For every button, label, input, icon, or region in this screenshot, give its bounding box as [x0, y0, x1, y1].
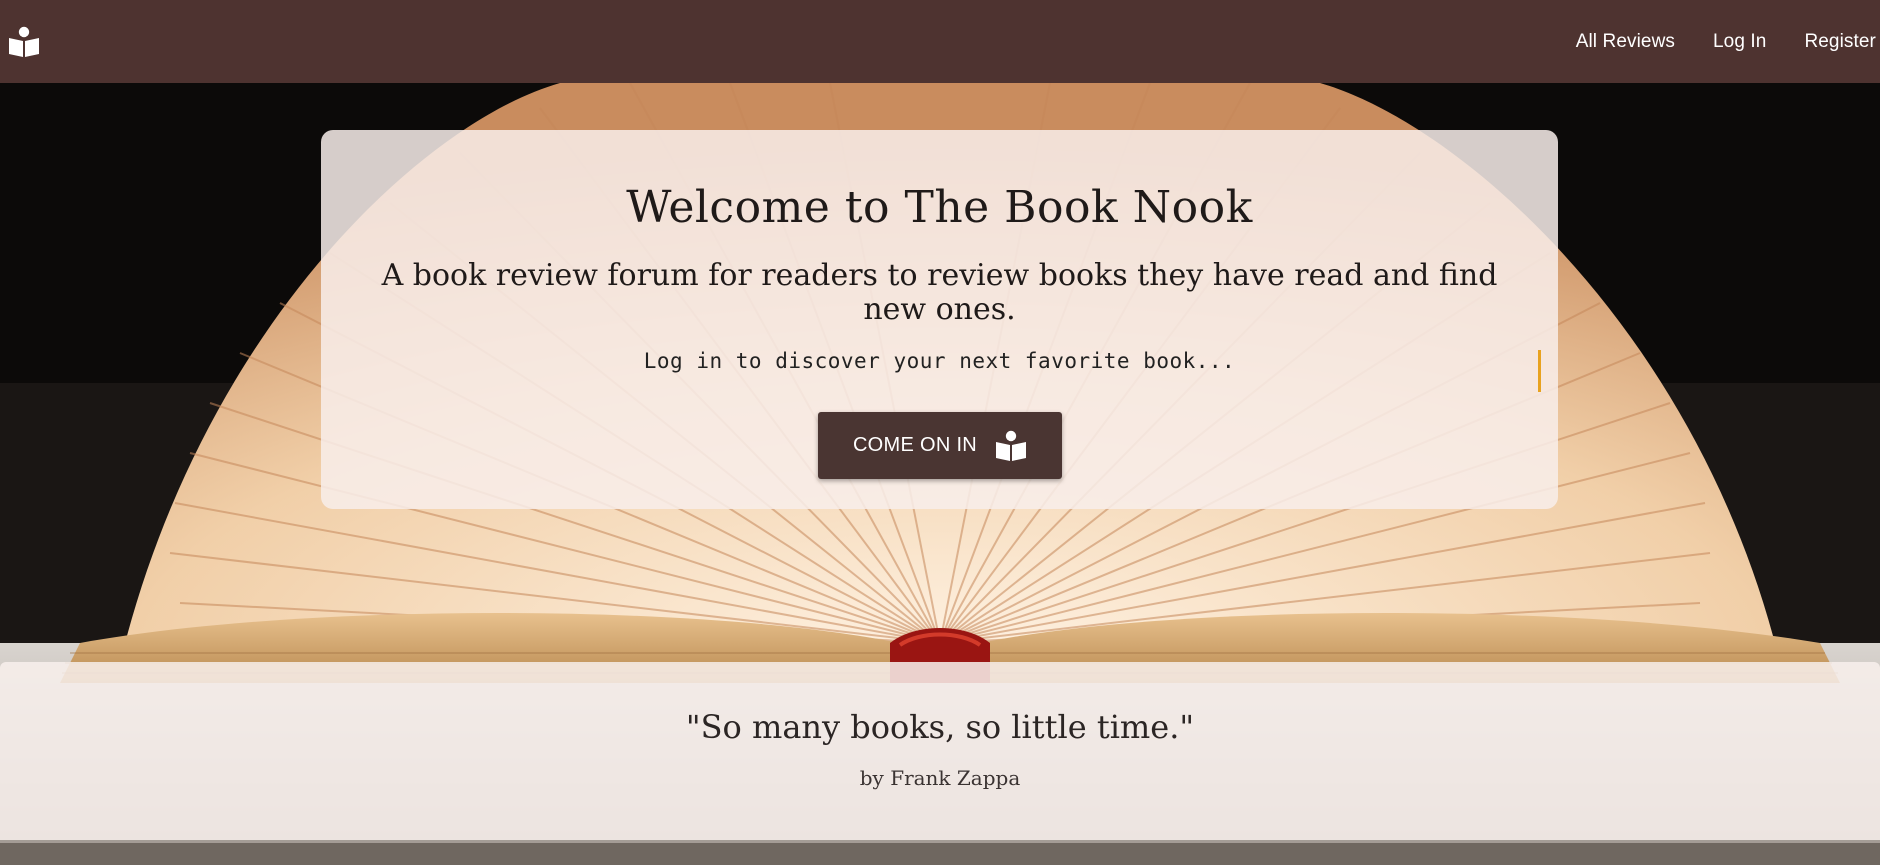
typing-cursor — [1538, 350, 1541, 392]
brand-logo[interactable] — [8, 26, 40, 58]
quote-section: "So many books, so little time." by Fran… — [0, 662, 1880, 840]
come-on-in-label: COME ON IN — [852, 434, 978, 456]
quote-text: "So many books, so little time." — [685, 708, 1195, 746]
book-reader-icon — [9, 26, 39, 57]
nav-links: All Reviews Log In Register — [1538, 31, 1876, 53]
nav-link-all-reviews[interactable]: All Reviews — [1576, 31, 1675, 53]
come-on-in-button[interactable]: COME ON IN — [818, 412, 1062, 479]
nav-link-log-in[interactable]: Log In — [1713, 31, 1766, 53]
book-reader-icon — [996, 430, 1027, 461]
quote-author: by Frank Zappa — [859, 766, 1021, 790]
welcome-card: Welcome to The Book Nook A book review f… — [321, 130, 1558, 509]
typing-text: Log in to discover your next favorite bo… — [643, 349, 1236, 373]
nav-link-register[interactable]: Register — [1804, 31, 1876, 53]
welcome-subtitle: A book review forum for readers to revie… — [381, 258, 1498, 327]
page-title: Welcome to The Book Nook — [626, 182, 1253, 233]
navbar: All Reviews Log In Register — [0, 0, 1880, 83]
